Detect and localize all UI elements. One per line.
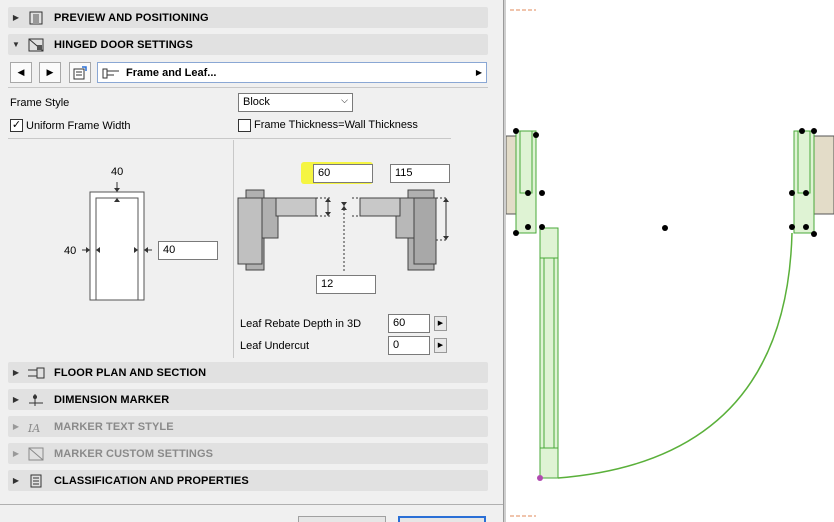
frame-leaf-icon	[102, 67, 120, 79]
section-marker-custom-settings[interactable]: ▶ MARKER CUSTOM SETTINGS	[8, 443, 488, 464]
prev-page-button[interactable]: ◀	[10, 62, 32, 83]
svg-text:IA: IA	[27, 422, 40, 434]
section-floor-plan-section[interactable]: ▶ FLOOR PLAN AND SECTION	[8, 362, 488, 383]
leaf-rebate-width-input[interactable]: 60	[313, 164, 373, 183]
classification-icon	[24, 473, 48, 489]
frame-style-value: Block	[243, 96, 270, 108]
section-dimension-marker[interactable]: ▶ DIMENSION MARKER	[8, 389, 488, 410]
leaf-rebate-depth-label: Leaf Rebate Depth in 3D	[240, 318, 362, 330]
frame-depth-input[interactable]: 115	[390, 164, 450, 183]
page-list-icon	[73, 65, 87, 79]
leaf-undercut-spin-button[interactable]: ▶	[434, 338, 447, 353]
divider	[8, 138, 451, 139]
next-page-button[interactable]: ▶	[39, 62, 61, 83]
frame-top-width-text: 40	[111, 166, 124, 178]
uniform-frame-width-label: Uniform Frame Width	[26, 120, 131, 132]
frame-left-width-text: 40	[64, 245, 77, 257]
section-title: HINGED DOOR SETTINGS	[54, 38, 193, 51]
leaf-undercut-input[interactable]: 0	[388, 336, 430, 355]
divider	[0, 504, 503, 505]
leaf-gap-input[interactable]: 12	[316, 275, 376, 294]
section-classification-properties[interactable]: ▶ CLASSIFICATION AND PROPERTIES	[8, 470, 488, 491]
section-title: PREVIEW AND POSITIONING	[54, 11, 209, 24]
frame-width-diagram	[82, 182, 152, 301]
frame-style-label: Frame Style	[10, 97, 70, 109]
chevron-right-icon[interactable]: ▶	[8, 449, 24, 458]
marker-text-icon: IA	[24, 419, 48, 435]
cancel-button[interactable]	[298, 516, 386, 522]
leaf-rebate-depth-input[interactable]: 60	[388, 314, 430, 333]
uniform-frame-width-checkbox[interactable]: ✓	[10, 119, 23, 132]
section-title: MARKER CUSTOM SETTINGS	[54, 447, 214, 460]
chevron-right-icon[interactable]: ▶	[8, 422, 24, 431]
divider	[8, 87, 488, 88]
page-select-label: Frame and Leaf...	[126, 66, 217, 79]
chevron-right-icon[interactable]: ▶	[8, 395, 24, 404]
section-title: CLASSIFICATION AND PROPERTIES	[54, 474, 249, 487]
door-settings-panel: ▶ PREVIEW AND POSITIONING ▼ HINGED DOOR …	[0, 0, 503, 522]
ok-button[interactable]	[398, 516, 486, 522]
leaf-undercut-label: Leaf Undercut	[240, 340, 310, 352]
chevron-down-icon[interactable]: ▼	[8, 40, 24, 49]
dimension-marker-icon	[24, 392, 48, 408]
chevron-right-icon: ▶	[475, 68, 482, 77]
frame-thickness-label: Frame Thickness=Wall Thickness	[254, 119, 418, 131]
page-select-dropdown[interactable]: Frame and Leaf... ▶	[97, 62, 487, 83]
frame-thickness-checkbox[interactable]	[238, 119, 251, 132]
chevron-right-icon[interactable]: ▶	[8, 13, 24, 22]
section-title: MARKER TEXT STYLE	[54, 420, 174, 433]
page-list-button[interactable]	[69, 62, 91, 83]
chevron-down-icon: ⌵	[341, 95, 348, 105]
section-title: DIMENSION MARKER	[54, 393, 170, 406]
section-title: FLOOR PLAN AND SECTION	[54, 366, 207, 379]
section-marker-text-style[interactable]: ▶ IA MARKER TEXT STYLE	[8, 416, 488, 437]
chevron-right-icon[interactable]: ▶	[8, 476, 24, 485]
door-settings-icon	[24, 37, 48, 53]
plan-preview-canvas[interactable]	[505, 0, 834, 522]
frame-width-input[interactable]: 40	[158, 241, 218, 260]
frame-style-select[interactable]: Block ⌵	[238, 93, 353, 112]
section-preview-positioning[interactable]: ▶ PREVIEW AND POSITIONING	[8, 7, 488, 28]
leaf-rebate-depth-spin-button[interactable]: ▶	[434, 316, 447, 331]
marker-custom-icon	[24, 446, 48, 462]
divider	[233, 140, 234, 358]
door-plan-drawing	[505, 9, 834, 517]
section-hinged-door-settings[interactable]: ▼ HINGED DOOR SETTINGS	[8, 34, 488, 55]
floor-plan-icon	[24, 365, 48, 381]
door-preview-icon	[24, 10, 48, 26]
chevron-right-icon[interactable]: ▶	[8, 368, 24, 377]
